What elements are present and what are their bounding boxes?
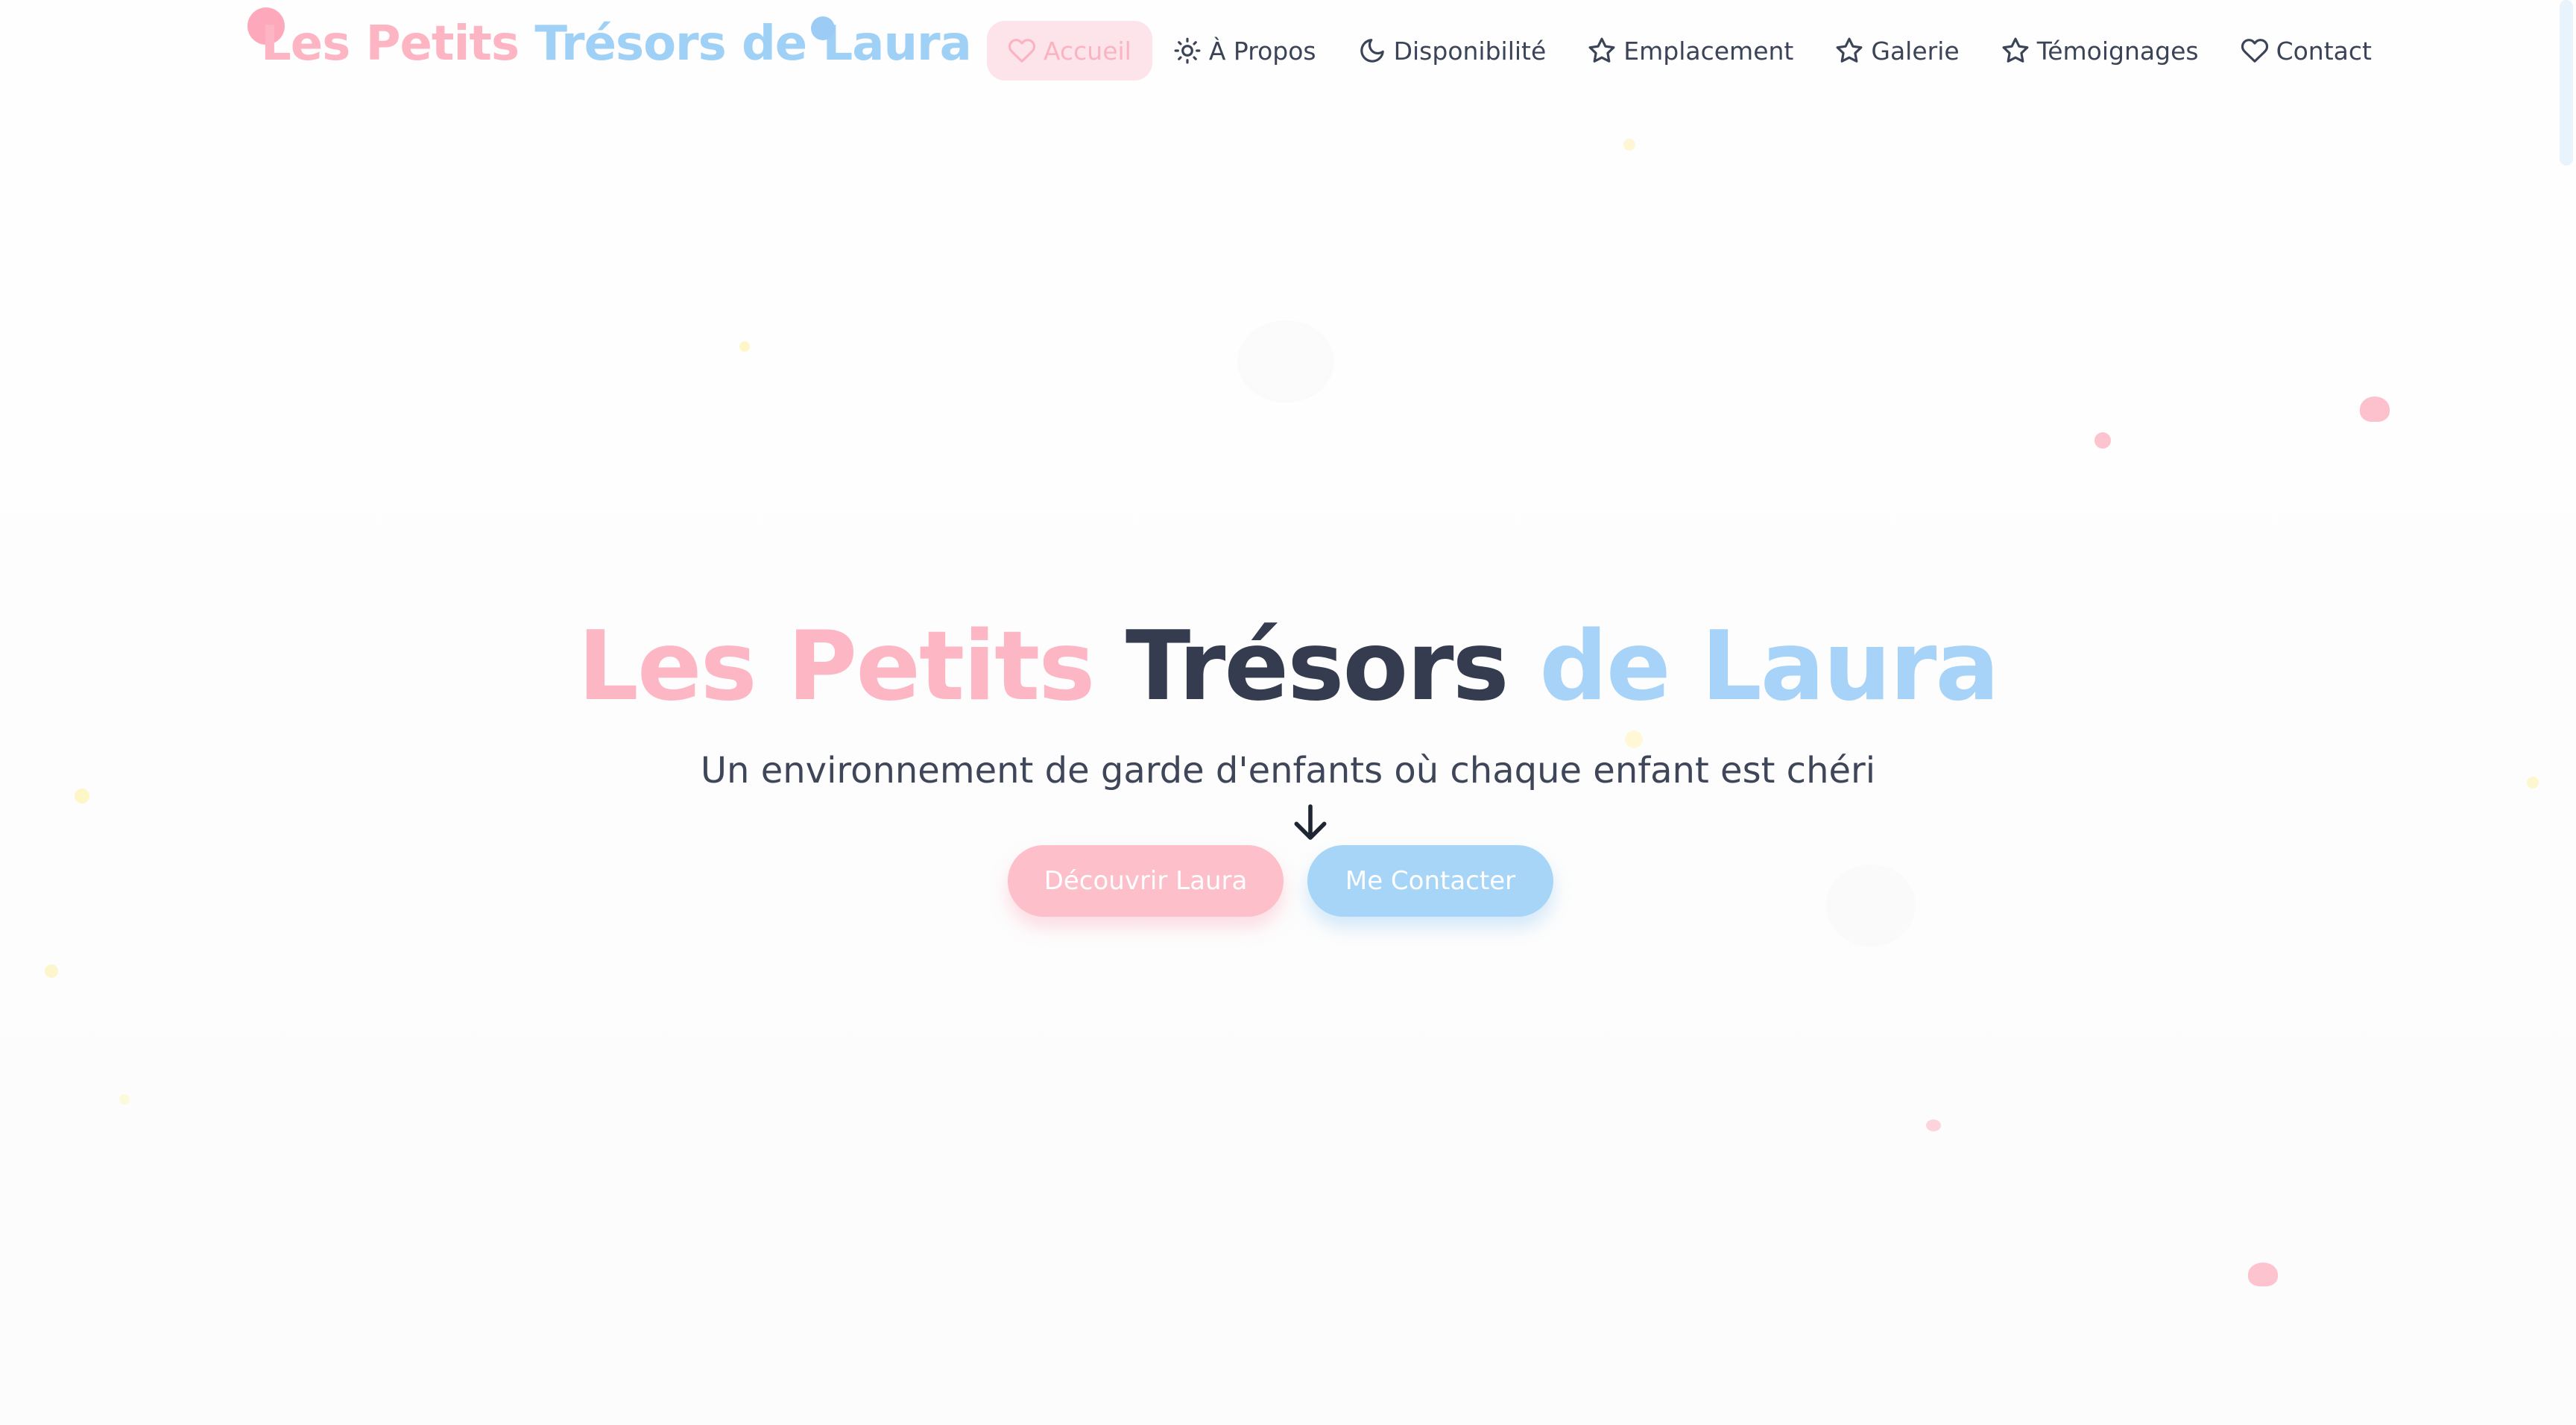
- decorative-glow: [1237, 320, 1334, 402]
- heart-icon: [1008, 39, 1036, 63]
- nav-item-galerie[interactable]: Galerie: [1814, 21, 1980, 80]
- decorative-dot: [1625, 730, 1643, 748]
- nav-item-contact[interactable]: Contact: [2220, 21, 2393, 80]
- nav-item-label: Contact: [2276, 36, 2372, 66]
- nav-item-a-propos[interactable]: À Propos: [1152, 21, 1337, 80]
- hero-title-part3: de Laura: [1539, 611, 2000, 722]
- main-nav: Accueil À Propos Disponibilité Emplaceme…: [987, 21, 2393, 80]
- decorative-heart: [2360, 396, 2390, 422]
- nav-item-label: Emplacement: [1623, 36, 1794, 66]
- nav-item-temoignages[interactable]: Témoignages: [1980, 21, 2220, 80]
- nav-item-label: Accueil: [1044, 36, 1131, 66]
- hero-title-part2: Trésors: [1126, 611, 1509, 722]
- star-icon: [1588, 37, 1615, 63]
- decorative-glow: [1826, 865, 1916, 947]
- star-icon: [2002, 37, 2029, 63]
- star-icon: [1836, 37, 1863, 63]
- brand-name-part2: Trésors de Laura: [534, 16, 971, 72]
- heart-icon: [2241, 39, 2268, 63]
- nav-item-label: Disponibilité: [1393, 36, 1547, 66]
- nav-item-label: À Propos: [1208, 36, 1316, 66]
- nav-item-label: Témoignages: [2036, 36, 2199, 66]
- decorative-heart: [2248, 1263, 2278, 1286]
- decorative-dot: [119, 1094, 130, 1105]
- nav-item-emplacement[interactable]: Emplacement: [1567, 21, 1814, 80]
- header: Les Petits Trésors de Laura Accueil À Pr…: [0, 0, 2576, 104]
- moon-icon: [1360, 39, 1384, 63]
- nav-item-disponibilite[interactable]: Disponibilité: [1337, 21, 1568, 80]
- hero-title-part1: Les Petits: [578, 611, 1095, 722]
- nav-item-accueil[interactable]: Accueil: [987, 21, 1152, 80]
- page: Les Petits Trésors de Laura Accueil À Pr…: [0, 0, 2576, 1425]
- decorative-dot: [2094, 432, 2111, 449]
- brand-name-part1: Les Petits: [261, 16, 520, 72]
- sun-icon: [1174, 37, 1201, 64]
- decorative-dot: [1926, 1119, 1941, 1131]
- hero-subtitle: Un environnement de garde d'enfants où c…: [700, 750, 1876, 792]
- arrow-down-icon[interactable]: [1289, 799, 1331, 845]
- nav-item-label: Galerie: [1871, 36, 1960, 66]
- decorative-dot: [45, 964, 58, 978]
- discover-laura-button[interactable]: Découvrir Laura: [1008, 845, 1284, 917]
- hero-title: Les Petits Trésors de Laura: [0, 611, 2576, 722]
- logo-blue-dot: [811, 16, 835, 40]
- contact-me-button[interactable]: Me Contacter: [1307, 845, 1553, 917]
- decorative-dot: [739, 341, 750, 352]
- brand-logo[interactable]: Les Petits Trésors de Laura: [261, 16, 972, 72]
- decorative-dot: [1623, 139, 1635, 151]
